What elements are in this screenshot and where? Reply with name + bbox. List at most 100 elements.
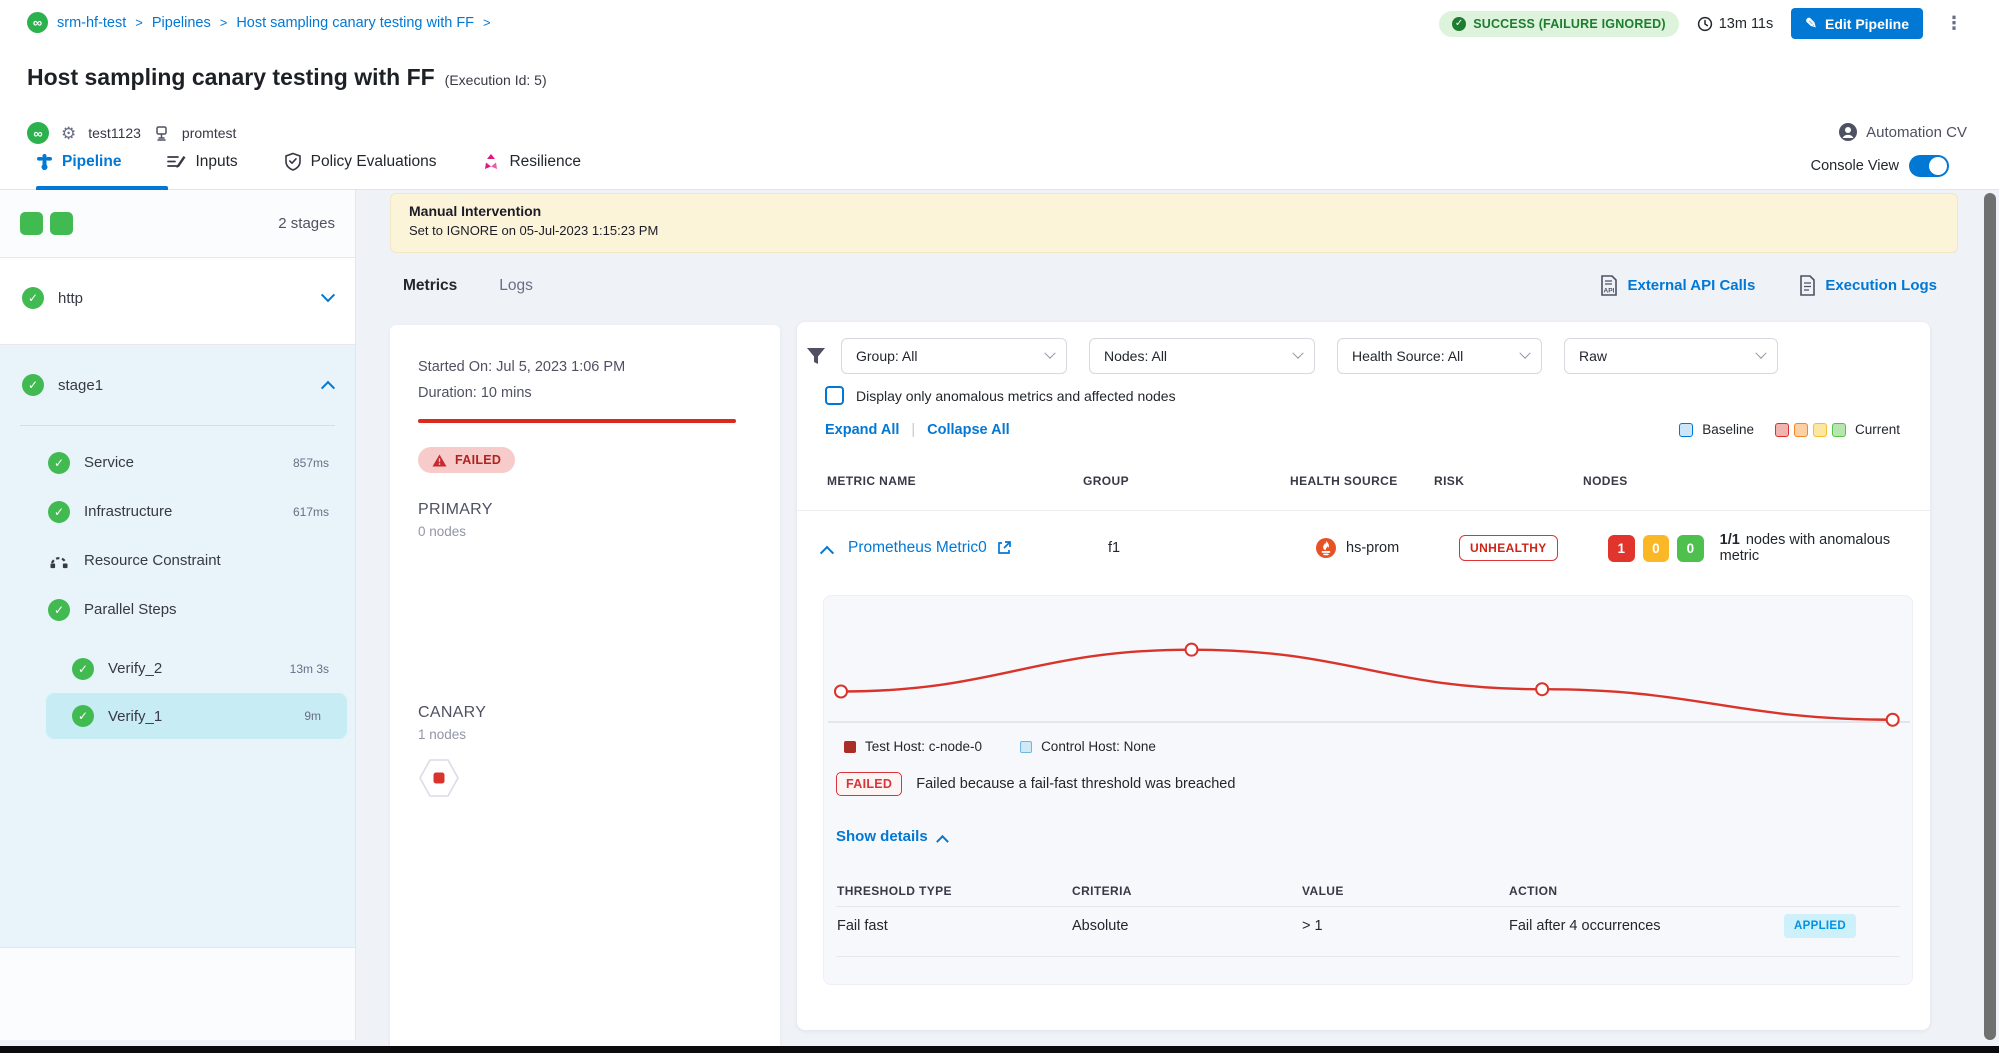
primary-node-count: 0 nodes: [418, 524, 752, 539]
canary-node-count: 1 nodes: [418, 727, 752, 742]
breadcrumb-pipelines[interactable]: Pipelines: [152, 15, 211, 31]
tab-logs[interactable]: Logs: [499, 277, 533, 295]
success-check-icon: ✓: [22, 374, 44, 396]
expand-all-link[interactable]: Expand All: [825, 422, 899, 438]
tab-resilience[interactable]: Resilience: [482, 153, 581, 171]
api-document-icon: API: [1599, 275, 1618, 296]
manual-intervention-banner: Manual Intervention Set to IGNORE on 05-…: [390, 193, 1958, 253]
sidebar-stage-http[interactable]: ✓ http: [0, 258, 355, 338]
metric-detail-panel: Test Host: c-node-0 Control Host: None F…: [823, 595, 1913, 985]
current-orange-swatch: [1794, 423, 1808, 437]
stages-summary: 2 stages: [0, 190, 355, 258]
more-options-menu[interactable]: ⋮: [1941, 13, 1967, 34]
environment-tag[interactable]: promtest: [182, 125, 236, 141]
inputs-icon: [167, 153, 186, 170]
breadcrumb-pipeline-name[interactable]: Host sampling canary testing with FF: [236, 15, 474, 31]
window-bottom-edge: [0, 1046, 1999, 1053]
divider: [20, 425, 335, 426]
test-host-swatch: [844, 741, 856, 753]
execution-duration: 13m 11s: [1697, 16, 1774, 32]
tab-inputs[interactable]: Inputs: [167, 153, 237, 171]
resource-constraint-icon: [48, 550, 70, 572]
svg-text:API: API: [1604, 288, 1615, 295]
execution-logs-link[interactable]: Execution Logs: [1799, 275, 1937, 296]
chevron-down-icon: [1519, 348, 1530, 359]
breadcrumb-project[interactable]: srm-hf-test: [57, 15, 126, 31]
current-red-swatch: [1775, 423, 1789, 437]
canary-group-title: CANARY: [418, 704, 752, 722]
nodes-filter-dropdown[interactable]: Nodes: All: [1089, 338, 1315, 374]
tab-metrics[interactable]: Metrics: [403, 277, 457, 295]
user-chip: Automation CV: [1838, 122, 1967, 142]
canary-node-hexagon[interactable]: [418, 758, 460, 798]
data-type-dropdown[interactable]: Raw: [1564, 338, 1778, 374]
external-api-calls-link[interactable]: API External API Calls: [1599, 275, 1755, 296]
anomalous-only-checkbox[interactable]: [825, 386, 844, 405]
success-check-icon: ✓: [48, 599, 70, 621]
stage-status-square: [50, 212, 73, 235]
chevron-up-icon: [936, 835, 949, 848]
main-tabs: Pipeline Inputs Policy Evaluations Resil…: [36, 152, 581, 171]
divider: |: [911, 422, 915, 438]
metric-row: Prometheus Metric0 f1 hs-prom UNHEALTHY …: [797, 510, 1930, 585]
sidebar-step-parallel-steps[interactable]: ✓ Parallel Steps: [0, 585, 355, 634]
success-check-icon: ✓: [1452, 17, 1466, 31]
edit-pipeline-button[interactable]: ✎ Edit Pipeline: [1791, 8, 1923, 39]
sidebar-stage-stage1[interactable]: ✓ stage1: [0, 345, 355, 425]
primary-group-title: PRIMARY: [418, 501, 752, 519]
sidebar-step-service[interactable]: ✓ Service 857ms: [0, 438, 355, 487]
stage-status-square: [20, 212, 43, 235]
console-view-toggle[interactable]: [1909, 155, 1949, 177]
health-source-name: hs-prom: [1346, 540, 1399, 556]
metric-name-link[interactable]: Prometheus Metric0: [848, 539, 987, 557]
current-yellow-swatch: [1813, 423, 1827, 437]
divider: [836, 906, 1900, 907]
breadcrumb-separator: >: [483, 15, 491, 30]
chevron-down-icon: [1755, 348, 1766, 359]
sidebar-step-verify-1[interactable]: ✓ Verify_1 9m: [46, 693, 347, 739]
metrics-card: Group: All Nodes: All Health Source: All…: [797, 322, 1930, 1030]
clock-icon: [1697, 16, 1713, 32]
sidebar-step-infrastructure[interactable]: ✓ Infrastructure 617ms: [0, 487, 355, 536]
shield-check-icon: [284, 152, 302, 171]
collapse-row-chevron-icon[interactable]: [820, 546, 834, 560]
page-title: Host sampling canary testing with FF: [27, 64, 435, 91]
success-check-icon: ✓: [48, 452, 70, 474]
stage-count: 2 stages: [278, 215, 335, 232]
risk-badge-unhealthy: UNHEALTHY: [1459, 535, 1558, 561]
success-check-icon: ✓: [72, 705, 94, 727]
console-view-label: Console View: [1811, 158, 1899, 174]
pipeline-icon: [36, 153, 53, 171]
success-check-icon: ✓: [48, 501, 70, 523]
yellow-node-count-badge: 0: [1643, 535, 1670, 562]
filter-funnel-icon[interactable]: [805, 345, 827, 367]
health-source-filter-dropdown[interactable]: Health Source: All: [1337, 338, 1542, 374]
chevron-down-icon: [1292, 348, 1303, 359]
group-filter-dropdown[interactable]: Group: All: [841, 338, 1067, 374]
chevron-down-icon: [1044, 348, 1055, 359]
warning-triangle-icon: [432, 454, 447, 467]
tab-policy-evaluations[interactable]: Policy Evaluations: [284, 152, 437, 171]
resilience-icon: [482, 153, 500, 171]
threshold-table-header: THRESHOLD TYPE CRITERIA VALUE ACTION: [837, 884, 1897, 898]
harness-project-icon: ∞: [27, 12, 48, 33]
started-on: Started On: Jul 5, 2023 1:06 PM: [418, 359, 752, 375]
show-details-link[interactable]: Show details: [836, 828, 947, 845]
metric-chart: [828, 602, 1910, 736]
tab-pipeline[interactable]: Pipeline: [36, 153, 121, 171]
page-header: ∞ srm-hf-test > Pipelines > Host samplin…: [0, 0, 1999, 190]
external-link-icon[interactable]: [997, 541, 1011, 555]
banner-subtitle: Set to IGNORE on 05-Jul-2023 1:15:23 PM: [409, 223, 1939, 238]
vertical-scrollbar[interactable]: [1984, 193, 1996, 1040]
avatar-icon: [1838, 122, 1858, 142]
chevron-down-icon: [321, 288, 335, 302]
service-tag[interactable]: test1123: [88, 125, 141, 141]
execution-id: (Execution Id: 5): [445, 72, 547, 88]
baseline-current-legend: Baseline Current: [1679, 422, 1900, 437]
sidebar-step-verify-2[interactable]: ✓ Verify_2 13m 3s: [0, 644, 355, 693]
threshold-table-row: Fail fast Absolute > 1 Fail after 4 occu…: [837, 918, 1897, 934]
progress-bar-failed: [418, 419, 736, 423]
collapse-all-link[interactable]: Collapse All: [927, 422, 1009, 438]
red-node-count-badge: 1: [1608, 535, 1635, 562]
sidebar-step-resource-constraint[interactable]: Resource Constraint: [0, 536, 355, 585]
